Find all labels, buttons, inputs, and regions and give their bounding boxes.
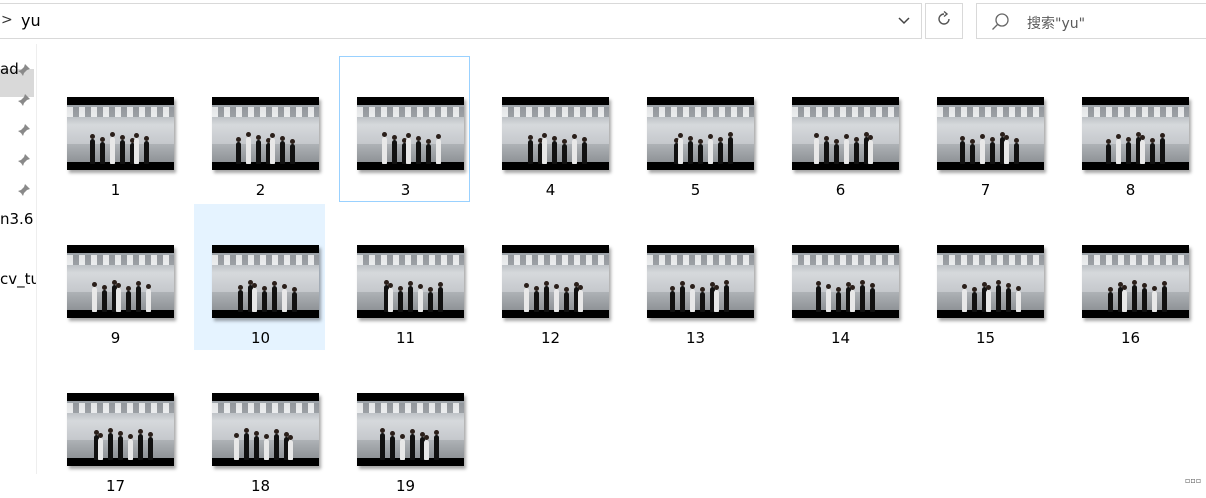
file-item[interactable]: 7 xyxy=(919,56,1050,202)
video-thumbnail xyxy=(357,245,464,318)
address-bar[interactable]: > yu xyxy=(0,3,922,39)
file-item[interactable]: 1 xyxy=(49,56,180,202)
pin-icon xyxy=(17,93,31,111)
video-thumbnail xyxy=(212,393,319,466)
video-thumbnail xyxy=(212,97,319,170)
file-item[interactable]: 14 xyxy=(774,204,905,350)
video-thumbnail xyxy=(502,97,609,170)
video-thumbnail xyxy=(647,245,754,318)
file-item[interactable]: 19 xyxy=(339,352,470,498)
file-item[interactable]: 2 xyxy=(194,56,325,202)
video-thumbnail xyxy=(357,97,464,170)
nav-item[interactable]: n3.6 xyxy=(0,206,36,234)
nav-item-label: ad xyxy=(0,60,19,78)
search-box[interactable]: 搜索"yu" xyxy=(976,3,1206,39)
file-name: 10 xyxy=(250,329,271,347)
file-item[interactable]: 4 xyxy=(484,56,615,202)
nav-item[interactable] xyxy=(0,86,36,114)
nav-item[interactable]: cv_tu xyxy=(0,266,36,294)
file-name: 12 xyxy=(540,329,561,347)
pin-icon xyxy=(17,63,31,81)
nav-item[interactable] xyxy=(0,146,36,174)
file-name: 18 xyxy=(250,477,271,495)
chevron-down-icon[interactable] xyxy=(891,8,917,34)
file-name: 4 xyxy=(545,181,556,199)
file-name: 6 xyxy=(835,181,846,199)
pin-icon xyxy=(17,123,31,141)
nav-item[interactable]: ad xyxy=(0,56,36,84)
file-item[interactable]: 16 xyxy=(1064,204,1195,350)
file-item[interactable]: 3 xyxy=(339,56,470,202)
video-thumbnail xyxy=(1082,97,1189,170)
file-name: 11 xyxy=(395,329,416,347)
file-name: 9 xyxy=(110,329,121,347)
video-thumbnail xyxy=(937,245,1044,318)
breadcrumb-current-folder[interactable]: yu xyxy=(21,11,41,30)
video-thumbnail xyxy=(1082,245,1189,318)
file-name: 8 xyxy=(1125,181,1136,199)
file-name: 19 xyxy=(395,477,416,495)
nav-item[interactable] xyxy=(0,176,36,204)
view-toggle-icon[interactable]: ▫▫▫ xyxy=(1185,476,1201,485)
file-name: 1 xyxy=(110,181,121,199)
video-thumbnail xyxy=(502,245,609,318)
video-thumbnail xyxy=(937,97,1044,170)
file-item[interactable]: 8 xyxy=(1064,56,1195,202)
file-item[interactable]: 6 xyxy=(774,56,905,202)
pin-icon xyxy=(17,183,31,201)
refresh-button[interactable] xyxy=(925,3,963,39)
file-item[interactable]: 5 xyxy=(629,56,760,202)
video-thumbnail xyxy=(67,393,174,466)
nav-item-label: cv_tu xyxy=(0,270,36,288)
nav-item-label: n3.6 xyxy=(0,210,34,228)
file-item[interactable]: 17 xyxy=(49,352,180,498)
toolbar: > yu 搜索"yu" xyxy=(0,0,1206,44)
video-thumbnail xyxy=(212,245,319,318)
video-thumbnail xyxy=(792,245,899,318)
video-thumbnail xyxy=(357,393,464,466)
video-thumbnail xyxy=(792,97,899,170)
file-view: 1 2 3 4 5 6 7 8 9 10 11 12 13 14 15 16 17 18 19 xyxy=(37,44,1206,495)
file-item[interactable]: 15 xyxy=(919,204,1050,350)
file-name: 3 xyxy=(400,181,411,199)
file-name: 14 xyxy=(830,329,851,347)
breadcrumb-separator-icon[interactable]: > xyxy=(1,12,13,28)
search-icon xyxy=(991,12,1011,36)
video-thumbnail xyxy=(67,97,174,170)
file-name: 16 xyxy=(1120,329,1141,347)
file-name: 5 xyxy=(690,181,701,199)
file-item[interactable]: 18 xyxy=(194,352,325,498)
video-thumbnail xyxy=(647,97,754,170)
file-name: 17 xyxy=(105,477,126,495)
file-item[interactable]: 13 xyxy=(629,204,760,350)
file-name: 7 xyxy=(980,181,991,199)
file-item[interactable]: 10 xyxy=(194,204,325,350)
search-input[interactable]: 搜索"yu" xyxy=(1027,13,1085,33)
navigation-pane: ad n3.6 cv_tu xyxy=(0,44,37,474)
nav-item[interactable] xyxy=(0,116,36,144)
file-name: 2 xyxy=(255,181,266,199)
file-item[interactable]: 11 xyxy=(339,204,470,350)
refresh-icon xyxy=(936,10,952,31)
file-name: 15 xyxy=(975,329,996,347)
file-item[interactable]: 12 xyxy=(484,204,615,350)
file-item[interactable]: 9 xyxy=(49,204,180,350)
file-name: 13 xyxy=(685,329,706,347)
pin-icon xyxy=(17,153,31,171)
video-thumbnail xyxy=(67,245,174,318)
